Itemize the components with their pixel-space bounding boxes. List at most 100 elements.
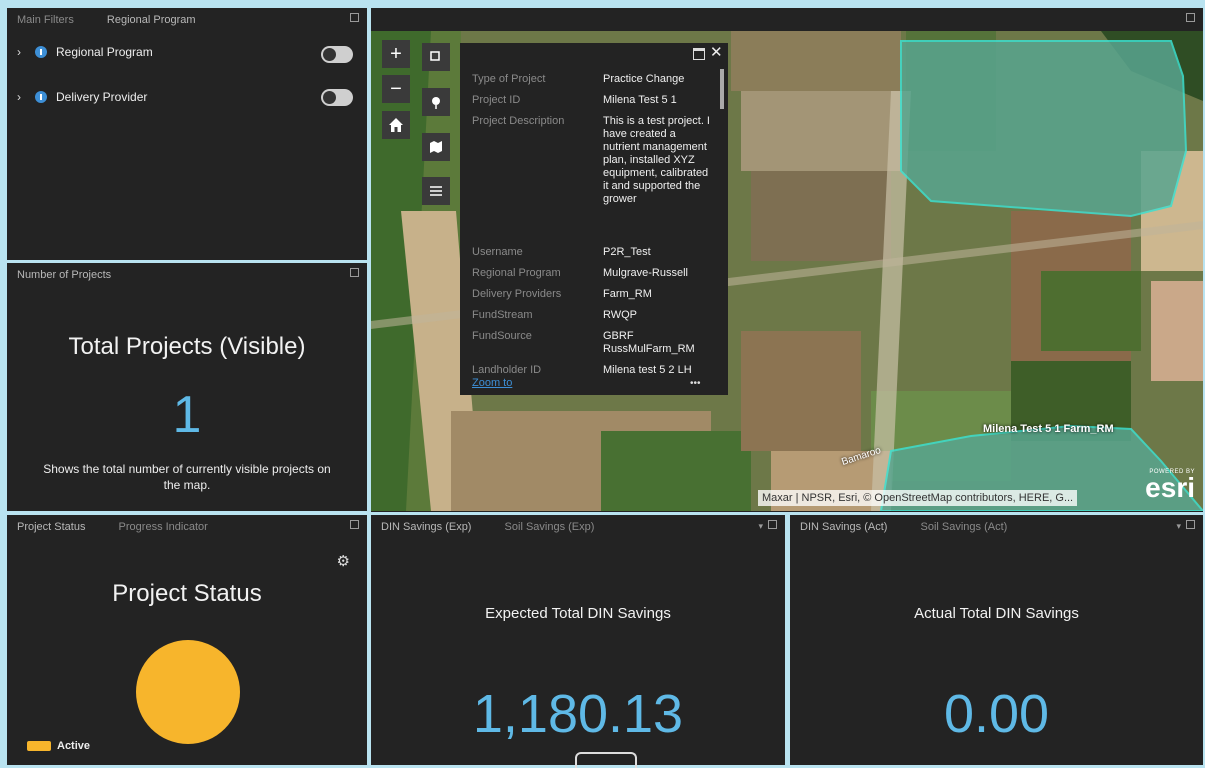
din-act-value: 0.00 <box>943 684 1050 744</box>
projects-count: 1 <box>172 386 202 444</box>
feature-popup[interactable]: ✕ Type of Project Practice Change Project… <box>460 43 728 395</box>
status-pie-chart <box>136 640 240 744</box>
popup-row: Delivery Providers Farm_RM <box>472 288 715 301</box>
popup-scrollbar[interactable] <box>720 69 724 109</box>
zoom-out-button[interactable]: − <box>382 75 410 103</box>
regional-program-toggle[interactable] <box>321 46 353 63</box>
popup-row: Landholder ID Milena test 5 2 LH <box>472 364 715 377</box>
popup-value: RWQP <box>603 309 638 321</box>
delivery-provider-toggle[interactable] <box>321 89 353 106</box>
scroll-handle[interactable] <box>575 752 637 768</box>
status-legend: Active <box>27 740 90 752</box>
popup-label: Project ID <box>472 94 521 106</box>
tab-soil-savings-exp[interactable]: Soil Savings (Exp) <box>505 521 595 533</box>
popup-close-icon[interactable]: ✕ <box>710 43 723 61</box>
status-panel: Project Status Progress Indicator ⚙ Proj… <box>7 515 367 765</box>
filter-label: Regional Program <box>56 45 153 59</box>
popup-row: Type of Project Practice Change <box>472 73 715 86</box>
popup-value: GBRF RussMulFarm_RM <box>603 330 695 355</box>
home-icon <box>389 118 403 132</box>
popup-value: Mulgrave-Russell <box>603 267 688 279</box>
maximize-icon[interactable] <box>1186 13 1195 22</box>
gear-icon[interactable]: ⚙ <box>337 552 350 570</box>
projects-panel: Number of Projects Total Projects (Visib… <box>7 263 367 511</box>
esri-logo: POWERED BY esri <box>1145 469 1195 503</box>
popup-row: Username P2R_Test <box>472 246 715 259</box>
chevron-right-icon[interactable]: › <box>17 90 31 104</box>
maximize-icon[interactable] <box>350 13 359 22</box>
map-attribution: Maxar | NPSR, Esri, © OpenStreetMap cont… <box>758 490 1078 506</box>
popup-label: Project Description <box>472 115 565 127</box>
popup-value: Milena Test 5 1 <box>603 94 677 106</box>
popup-label: Landholder ID <box>472 364 542 376</box>
chevron-right-icon[interactable]: › <box>17 45 31 59</box>
zoom-to-link[interactable]: Zoom to <box>472 377 512 389</box>
projects-title: Total Projects (Visible) <box>68 333 306 360</box>
tab-main-filters[interactable]: Main Filters <box>17 14 74 26</box>
popup-value: This is a test project. I have created a… <box>603 115 710 205</box>
legend-swatch-active <box>27 741 51 751</box>
popup-label: Delivery Providers <box>472 288 562 300</box>
basemap-button[interactable] <box>422 133 450 161</box>
popup-value: Milena test 5 2 LH <box>603 364 692 376</box>
tab-project-status[interactable]: Project Status <box>17 521 85 533</box>
maximize-icon[interactable] <box>1186 520 1195 529</box>
layers-button[interactable] <box>422 43 450 71</box>
status-title: Project Status <box>112 580 262 607</box>
din-exp-tabs: DIN Savings (Exp) Soil Savings (Exp) <box>381 521 624 533</box>
popup-label: FundStream <box>472 309 533 321</box>
zoom-in-button[interactable]: + <box>382 40 410 68</box>
status-tabs: Project Status Progress Indicator <box>17 521 238 533</box>
popup-label: Regional Program <box>472 267 561 279</box>
filter-item-regional-program[interactable]: › Regional Program <box>17 45 153 59</box>
popup-maximize-icon[interactable] <box>693 48 705 60</box>
popup-value: Farm_RM <box>603 288 652 300</box>
popup-label: FundSource <box>472 330 532 342</box>
home-button[interactable] <box>382 111 410 139</box>
layers-icon <box>430 51 440 61</box>
tab-din-savings-exp[interactable]: DIN Savings (Exp) <box>381 521 471 533</box>
projects-tabs: Number of Projects <box>17 269 141 281</box>
measure-button[interactable] <box>422 88 450 116</box>
popup-row: Project ID Milena Test 5 1 <box>472 94 715 107</box>
din-exp-value: 1,180.13 <box>472 684 684 744</box>
tab-progress-indicator[interactable]: Progress Indicator <box>119 521 208 533</box>
din-exp-title: Expected Total DIN Savings <box>485 605 671 622</box>
filter-icon <box>35 91 47 103</box>
tab-din-savings-act[interactable]: DIN Savings (Act) <box>800 521 887 533</box>
dropdown-icon[interactable]: ▾ <box>1176 521 1181 532</box>
legend-label-active: Active <box>57 740 91 752</box>
filters-panel: Main Filters Regional Program › Regional… <box>7 8 367 260</box>
filters-tabs: Main Filters Regional Program <box>17 14 226 26</box>
maximize-icon[interactable] <box>350 268 359 277</box>
popup-label: Type of Project <box>472 73 546 85</box>
projects-description: Shows the total number of currently visi… <box>43 462 331 492</box>
pie-slice-active <box>136 640 240 744</box>
map-view[interactable]: + − ✕ Type of Project Practice Change Pro… <box>371 31 1203 511</box>
din-act-tabs: DIN Savings (Act) Soil Savings (Act) <box>800 521 1037 533</box>
popup-value: P2R_Test <box>603 246 651 258</box>
filter-label: Delivery Provider <box>56 90 148 104</box>
legend-button[interactable] <box>422 177 450 205</box>
din-actual-panel: DIN Savings (Act) Soil Savings (Act) ▾ A… <box>790 515 1203 765</box>
more-actions-button[interactable]: ••• <box>690 378 701 389</box>
list-icon <box>430 186 442 196</box>
farm-label: Milena Test 5 1 Farm_RM <box>983 423 1114 435</box>
map-icon <box>430 141 442 153</box>
din-act-title: Actual Total DIN Savings <box>914 605 1079 622</box>
popup-row: Regional Program Mulgrave-Russell <box>472 267 715 280</box>
maximize-icon[interactable] <box>768 520 777 529</box>
tab-regional-program[interactable]: Regional Program <box>107 14 196 26</box>
pin-icon <box>432 97 440 109</box>
dropdown-icon[interactable]: ▾ <box>758 521 763 532</box>
popup-value: Practice Change <box>603 73 685 85</box>
maximize-icon[interactable] <box>350 520 359 529</box>
tab-number-of-projects[interactable]: Number of Projects <box>17 269 111 281</box>
popup-row: Project Description This is a test projec… <box>472 115 715 206</box>
filter-icon <box>35 46 47 58</box>
filter-item-delivery-provider[interactable]: › Delivery Provider <box>17 90 147 104</box>
esri-wordmark: esri <box>1145 472 1195 503</box>
din-expected-panel: DIN Savings (Exp) Soil Savings (Exp) ▾ E… <box>371 515 785 768</box>
popup-row: FundStream RWQP <box>472 309 715 322</box>
tab-soil-savings-act[interactable]: Soil Savings (Act) <box>920 521 1007 533</box>
